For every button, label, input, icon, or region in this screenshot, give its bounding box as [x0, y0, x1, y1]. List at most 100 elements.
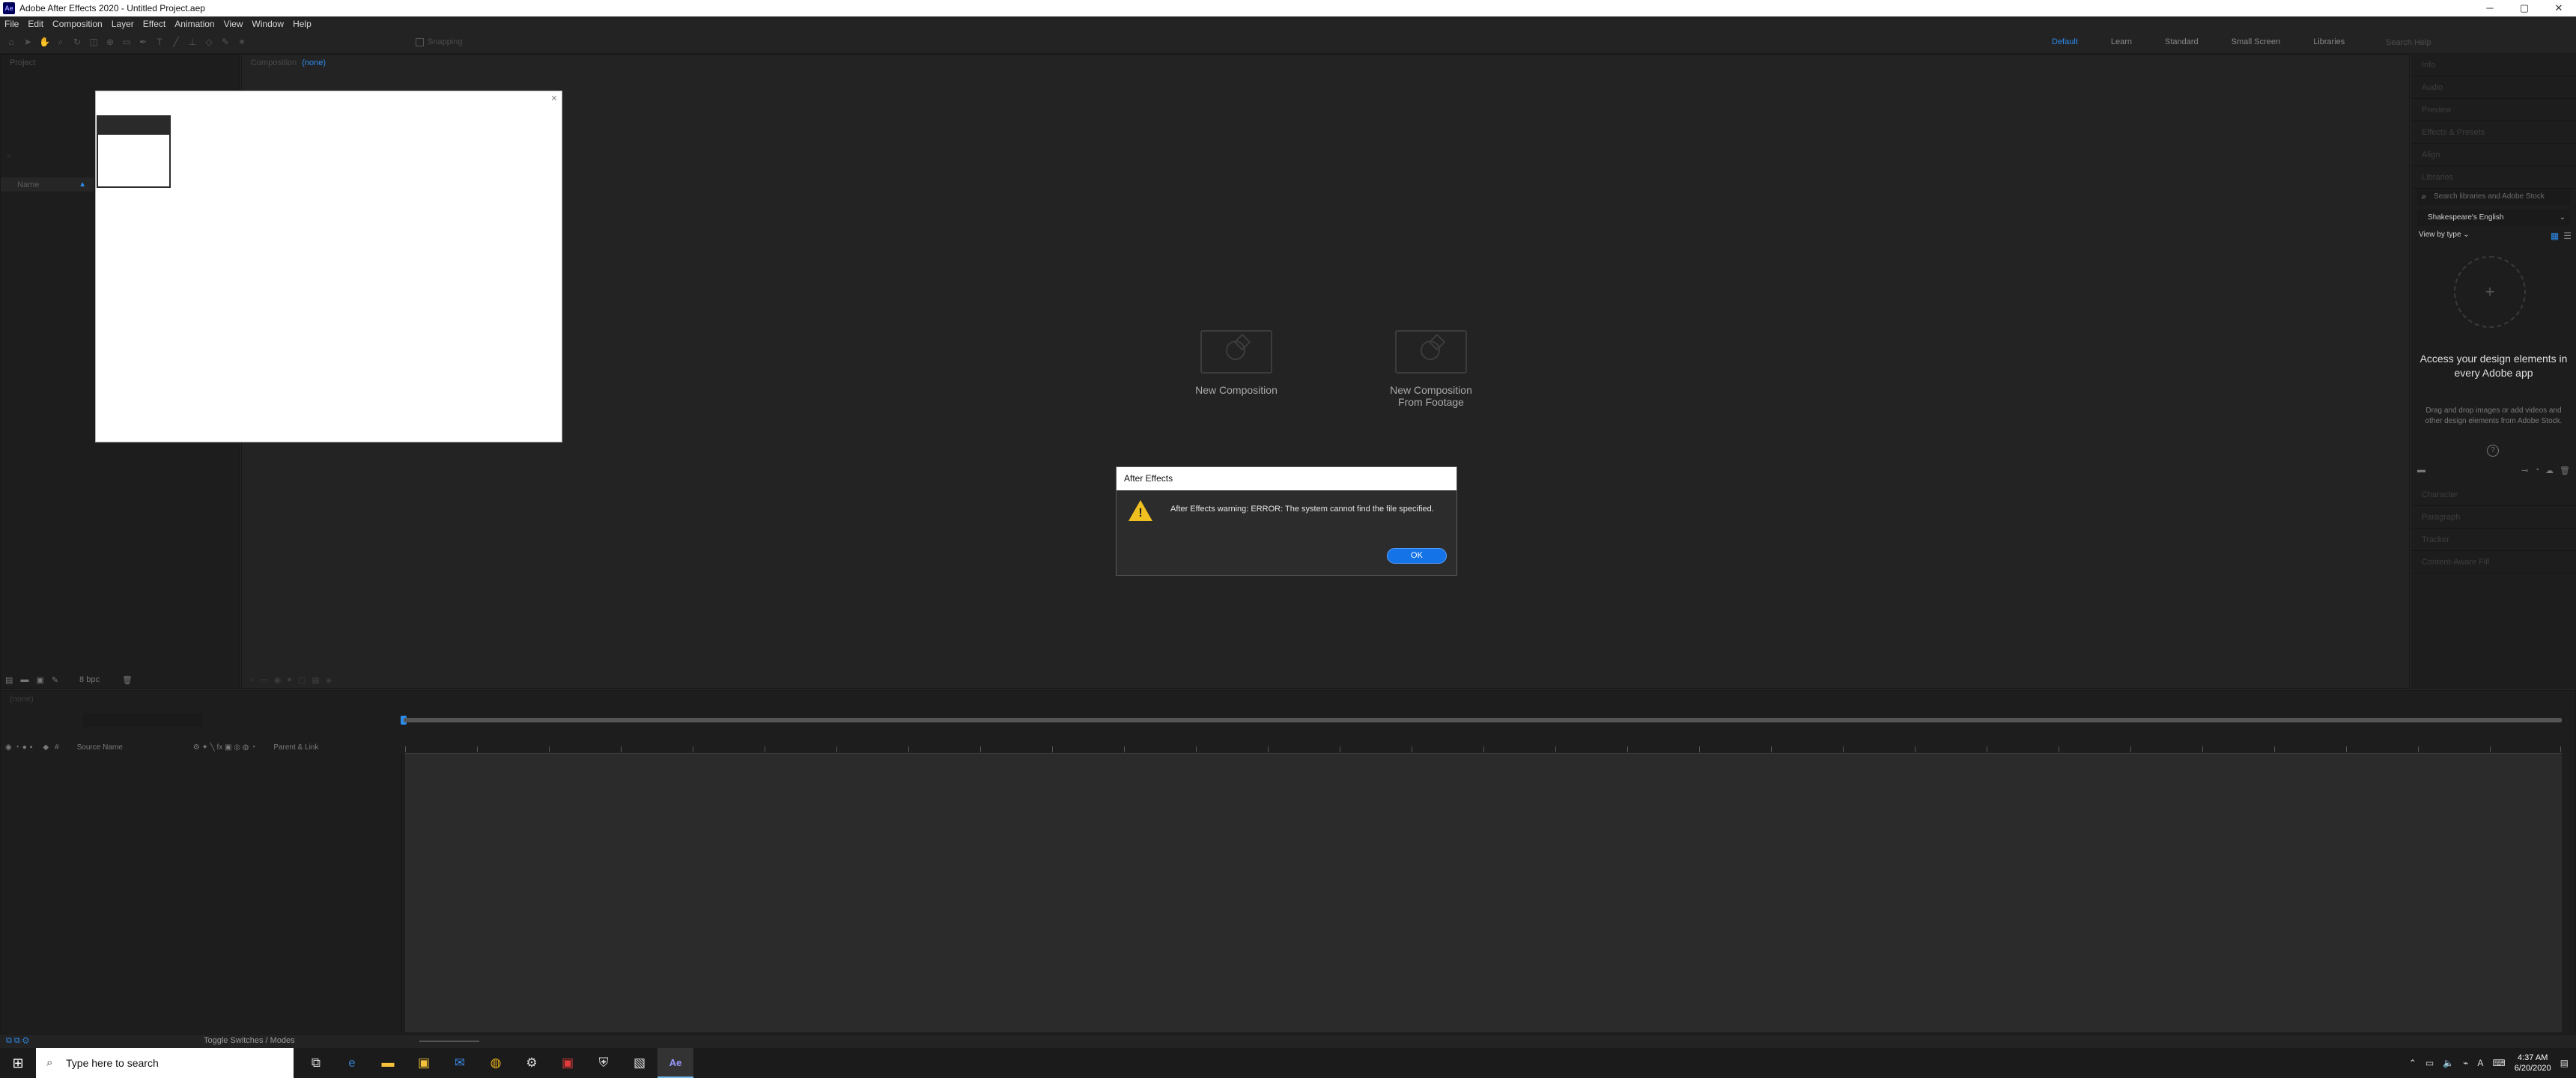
preview-panel-tab[interactable]: Preview: [2411, 99, 2576, 121]
clone-stamp-tool-icon[interactable]: ⊥: [187, 37, 198, 47]
puppet-tool-icon[interactable]: ✶: [237, 37, 247, 47]
layer-number-column[interactable]: #: [55, 743, 59, 752]
menu-animation[interactable]: Animation: [174, 19, 214, 29]
audio-panel-tab[interactable]: Audio: [2411, 76, 2576, 99]
pinned-app-icon[interactable]: ▧: [622, 1048, 657, 1078]
snapping-checkbox[interactable]: [416, 37, 424, 46]
type-tool-icon[interactable]: T: [154, 37, 165, 47]
menu-help[interactable]: Help: [293, 19, 312, 29]
after-effects-taskbar-icon[interactable]: Ae: [657, 1048, 693, 1078]
network-icon[interactable]: ▭: [2425, 1058, 2434, 1068]
hand-tool-icon[interactable]: ✋: [39, 37, 50, 47]
channel-icon[interactable]: ●: [287, 675, 292, 684]
workspace-default[interactable]: Default: [2052, 37, 2078, 46]
menu-window[interactable]: Window: [252, 19, 284, 29]
library-sync-icon[interactable]: ☁: [2545, 466, 2554, 475]
name-column-header[interactable]: Name ▲: [1, 177, 94, 192]
selection-tool-icon[interactable]: ➤: [22, 37, 33, 47]
timeline-track-area[interactable]: [405, 754, 2562, 1032]
comp-flowchart-icon[interactable]: ⧉ ⧉ ⚙: [6, 1036, 29, 1046]
tracker-panel-tab[interactable]: Tracker: [2411, 529, 2576, 551]
menu-layer[interactable]: Layer: [112, 19, 134, 29]
task-view-icon[interactable]: ⧉: [298, 1048, 334, 1078]
rectangle-tool-icon[interactable]: ▭: [121, 37, 132, 47]
timeline-search-input[interactable]: [83, 713, 203, 727]
taskbar-search-input[interactable]: ⌕ Type here to search: [36, 1048, 294, 1078]
rotate-tool-icon[interactable]: ↻: [72, 37, 82, 47]
library-link-icon[interactable]: ⊸: [2521, 466, 2528, 475]
help-icon[interactable]: ?: [2487, 445, 2499, 457]
3d-view-icon[interactable]: ◈: [326, 675, 332, 685]
project-panel-title[interactable]: Project: [1, 55, 239, 71]
minimize-button[interactable]: ─: [2473, 0, 2507, 16]
workspace-libraries[interactable]: Libraries: [2313, 37, 2345, 46]
libraries-panel-tab[interactable]: Libraries: [2411, 166, 2576, 189]
close-window-button[interactable]: ✕: [2542, 0, 2576, 16]
paragraph-panel-tab[interactable]: Paragraph: [2411, 506, 2576, 529]
speaker-icon[interactable]: 🔈: [2443, 1058, 2454, 1068]
store-icon[interactable]: ▣: [406, 1048, 442, 1078]
library-folder-icon[interactable]: ▬: [2417, 466, 2425, 475]
audio-switch-icon[interactable]: ◔: [15, 743, 19, 752]
windows-start-icon[interactable]: ⊞: [0, 1048, 36, 1078]
resolution-icon[interactable]: ▭: [260, 675, 267, 685]
library-stock-icon[interactable]: ◔: [2534, 466, 2539, 475]
red-app-icon[interactable]: ▣: [550, 1048, 586, 1078]
snapping-toggle[interactable]: Snapping: [416, 37, 463, 46]
interpret-footage-icon[interactable]: ▤: [5, 675, 13, 685]
info-panel-tab[interactable]: Info: [2411, 54, 2576, 76]
pan-behind-tool-icon[interactable]: ⊕: [105, 37, 115, 47]
new-composition-icon[interactable]: ▣: [36, 675, 43, 685]
library-search-input[interactable]: ⌕ Search libraries and Adobe Stock: [2417, 189, 2570, 205]
roto-brush-tool-icon[interactable]: ✎: [220, 37, 231, 47]
security-shield-icon[interactable]: ⛨: [586, 1048, 622, 1078]
zoom-slider[interactable]: [419, 1041, 479, 1042]
new-composition-from-footage-button[interactable]: New Composition From Footage: [1371, 330, 1491, 408]
region-of-interest-icon[interactable]: ▢: [298, 675, 306, 685]
menu-view[interactable]: View: [224, 19, 243, 29]
list-view-icon[interactable]: ☰: [2563, 231, 2572, 241]
settings-icon[interactable]: ⚙: [514, 1048, 550, 1078]
source-name-column-header[interactable]: Source Name: [77, 743, 123, 752]
workspace-small-screen[interactable]: Small Screen: [2232, 37, 2280, 46]
new-composition-button[interactable]: New Composition: [1176, 330, 1296, 396]
keyboard-icon[interactable]: ⌨: [2492, 1058, 2505, 1068]
file-explorer-icon[interactable]: ▬: [370, 1048, 406, 1078]
mail-icon[interactable]: ✉: [442, 1048, 478, 1078]
menu-composition[interactable]: Composition: [52, 19, 103, 29]
project-settings-icon[interactable]: ✎: [52, 675, 58, 685]
floating-window-close-icon[interactable]: ✕: [548, 93, 560, 105]
workspace-learn[interactable]: Learn: [2111, 37, 2132, 46]
grid-view-icon[interactable]: ▦: [2551, 231, 2559, 241]
maximize-button[interactable]: ▢: [2507, 0, 2542, 16]
trash-icon[interactable]: 🗑: [122, 675, 133, 685]
time-ruler[interactable]: [405, 740, 2562, 754]
snapshot-icon[interactable]: ◉: [274, 675, 282, 685]
input-indicator-icon[interactable]: A: [2477, 1058, 2483, 1068]
add-library-element-icon[interactable]: +: [2454, 256, 2526, 328]
view-by-type-dropdown[interactable]: View by type ⌄: [2419, 231, 2470, 239]
sort-ascending-icon[interactable]: ▲: [79, 177, 86, 192]
library-select[interactable]: Shakespeare's English ⌄: [2417, 210, 2570, 226]
lock-switch-icon[interactable]: ▪: [30, 743, 33, 752]
timeline-tab[interactable]: (none): [1, 691, 2575, 707]
chrome-icon[interactable]: ◍: [478, 1048, 514, 1078]
library-trash-icon[interactable]: 🗑: [2560, 466, 2570, 475]
effects-presets-panel-tab[interactable]: Effects & Presets: [2411, 121, 2576, 144]
switches-column-icons[interactable]: ⚙ ✦ ╲ fx ▣ ◎ ◍ ◔: [193, 743, 256, 752]
floating-blank-window[interactable]: ✕: [95, 91, 562, 442]
taskbar-clock[interactable]: 4:37 AM 6/20/2020: [2515, 1053, 2551, 1074]
power-icon[interactable]: ⌁: [2463, 1058, 2468, 1068]
character-panel-tab[interactable]: Character: [2411, 484, 2576, 506]
layer-list-area[interactable]: [1, 754, 402, 1032]
edge-browser-icon[interactable]: e: [334, 1048, 370, 1078]
transparency-grid-icon[interactable]: ▦: [312, 675, 319, 685]
zoom-tool-icon[interactable]: ⌕: [55, 37, 66, 47]
help-search-input[interactable]: Search Help: [2386, 36, 2573, 49]
magnification-icon[interactable]: ⌕: [249, 675, 254, 685]
parent-link-column-header[interactable]: Parent & Link: [273, 743, 318, 752]
brush-tool-icon[interactable]: ╱: [171, 37, 181, 47]
new-folder-icon[interactable]: ▬: [20, 675, 28, 684]
ok-button[interactable]: OK: [1387, 548, 1447, 564]
align-panel-tab[interactable]: Align: [2411, 144, 2576, 166]
